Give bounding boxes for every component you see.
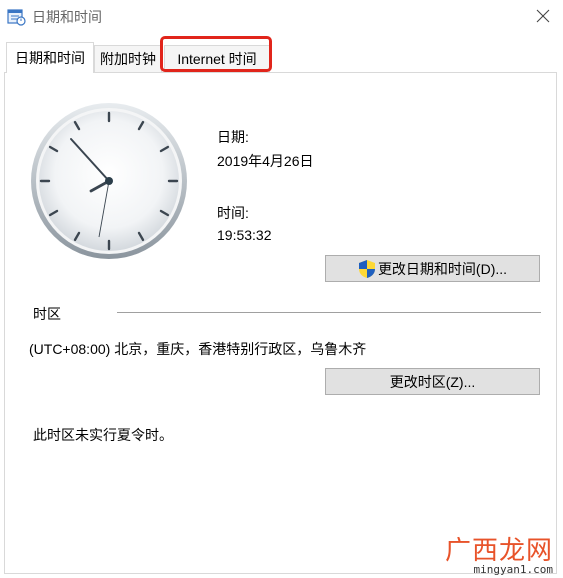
date-label: 日期: [217,129,249,145]
date-time-panel: 日期: 2019年4月26日 时间: 19:53:32 更改日期和时间(D)..… [4,72,557,574]
tab-additional-clocks[interactable]: 附加时钟 [94,45,162,72]
tab-label: 附加时钟 [100,51,156,67]
tab-label: Internet 时间 [177,51,257,67]
time-value: 19:53:32 [217,227,272,243]
close-icon [536,9,550,23]
watermark-brand: 广西龙网 [444,535,553,565]
timezone-value: (UTC+08:00) 北京，重庆，香港特别行政区，乌鲁木齐 [29,341,367,357]
title-bar: 日期和时间 [0,0,563,34]
uac-shield-icon [358,259,375,278]
close-button[interactable] [523,0,563,32]
dst-note: 此时区未实行夏令时。 [33,427,173,443]
analog-clock [31,103,187,259]
section-divider [117,312,541,313]
change-date-time-label: 更改日期和时间(D)... [377,260,508,277]
calendar-clock-icon [7,9,26,26]
timezone-section-label: 时区 [33,306,61,322]
tab-strip: 日期和时间 附加时钟 Internet 时间 [0,34,563,73]
watermark: 广西龙网 mingyan1.com [445,530,553,576]
change-timezone-label: 更改时区(Z)... [389,373,476,390]
time-label: 时间: [217,205,249,221]
window-title: 日期和时间 [32,9,102,25]
tab-internet-time[interactable]: Internet 时间 [164,45,270,72]
date-value: 2019年4月26日 [217,153,314,169]
tab-date-time[interactable]: 日期和时间 [6,42,94,73]
tab-label: 日期和时间 [15,50,85,66]
change-timezone-button[interactable]: 更改时区(Z)... [325,368,540,395]
change-date-time-button[interactable]: 更改日期和时间(D)... [325,255,540,282]
